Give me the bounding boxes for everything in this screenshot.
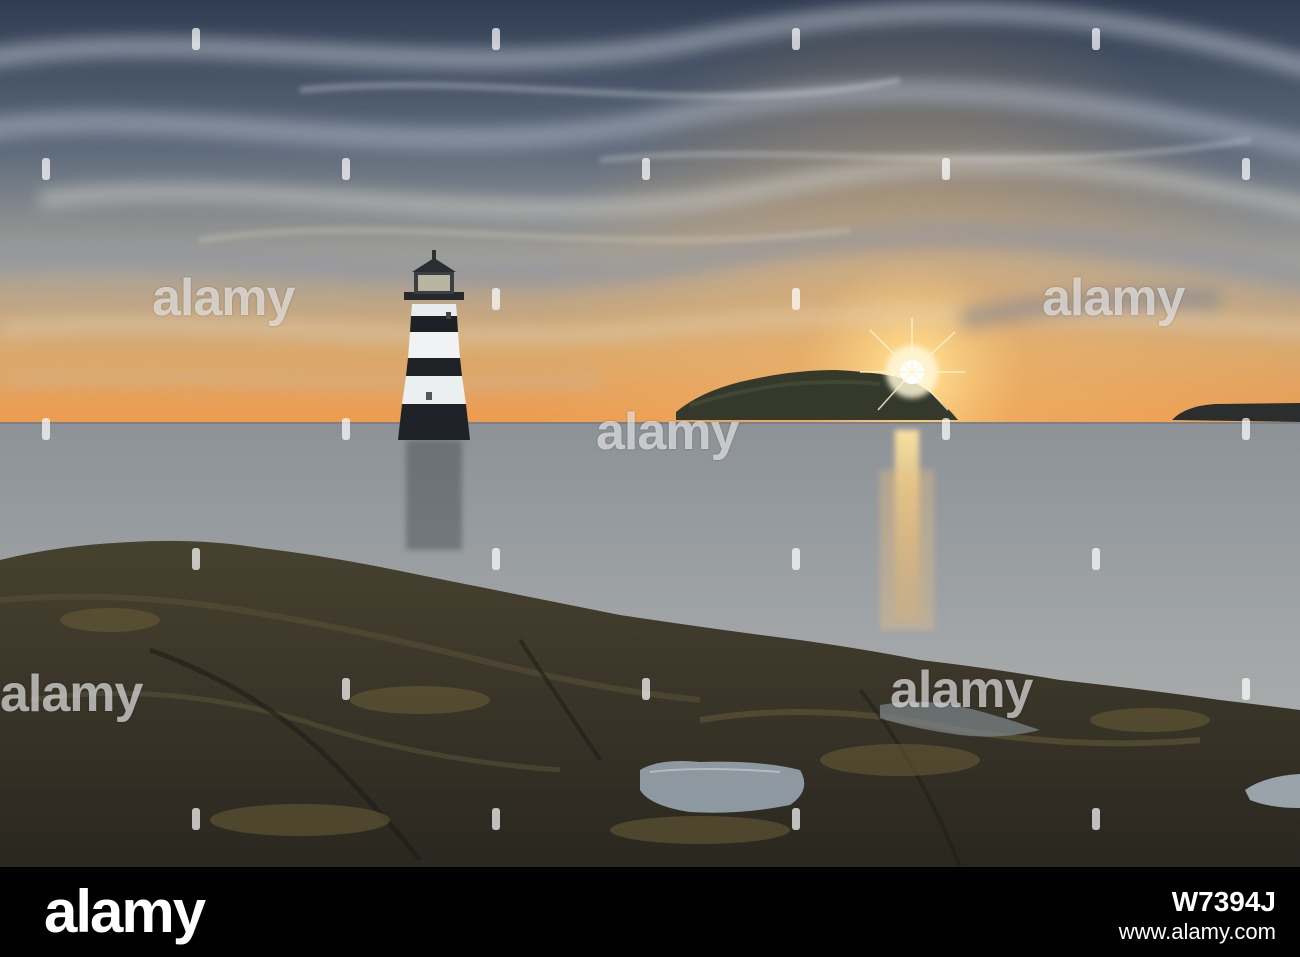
footer-bar: alamy W7394J www.alamy.com bbox=[0, 867, 1300, 957]
photo: alamy alamy alamy alamy alamy bbox=[0, 0, 1300, 867]
image-id: W7394J bbox=[1171, 886, 1276, 917]
landscape-scene bbox=[0, 0, 1300, 867]
stock-photo-page: alamy alamy alamy alamy alamy alamy W739… bbox=[0, 0, 1300, 957]
site-url[interactable]: www.alamy.com bbox=[1119, 917, 1276, 947]
footer-info: W7394J www.alamy.com bbox=[1119, 887, 1276, 947]
brand-logo: alamy bbox=[44, 878, 206, 945]
lighthouse-reflection bbox=[406, 440, 462, 550]
